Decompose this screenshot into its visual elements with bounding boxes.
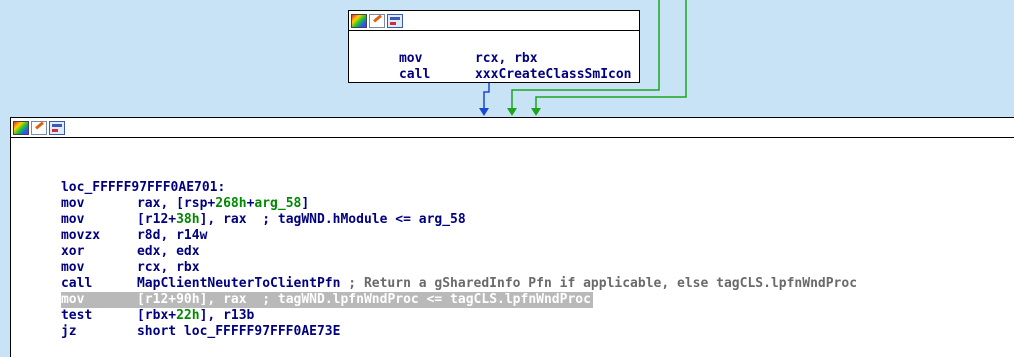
main-graph-node[interactable]: loc_FFFFF97FFF0AE701: mov rax, [rsp+268h+… xyxy=(10,117,1014,357)
edge-green-1-arrow xyxy=(507,108,517,116)
code-line[interactable]: movzx r8d, r14w xyxy=(11,212,1014,243)
code-line-highlighted[interactable]: mov [r12+90h], rax ; tagWND.lpfnWndProc <… xyxy=(11,276,1014,308)
rename-pencil-icon[interactable] xyxy=(369,13,385,28)
edge-blue xyxy=(483,82,490,110)
code-line[interactable]: mov rcx, rbx xyxy=(349,35,639,66)
node-code: loc_FFFFF97FFF0AE701: mov rax, [rsp+268h+… xyxy=(11,138,1014,339)
code-line[interactable]: mov rax, [rsp+268h+arg_58] xyxy=(11,180,1014,211)
graph-view-icon[interactable] xyxy=(387,13,403,28)
node-code: mov rcx, rbx call xxxCreateClassSmIcon xyxy=(349,31,639,82)
mnemonic: call xyxy=(398,67,431,82)
code-line[interactable]: mov rcx, rbx xyxy=(11,244,1014,275)
code-line[interactable]: mov [r12+38h], rax ; tagWND.hModule <= ar… xyxy=(11,196,1014,227)
mnemonic: jz xyxy=(60,324,77,339)
code-line[interactable]: call xxxCreateClassSmIcon xyxy=(349,51,639,82)
operand: short loc_FFFFF97FFF0AE73E xyxy=(136,324,341,339)
color-palette-icon[interactable] xyxy=(13,120,29,135)
edge-green-2-arrow xyxy=(531,108,541,116)
color-palette-icon[interactable] xyxy=(351,13,367,28)
code-line[interactable]: xor edx, edx xyxy=(11,228,1014,259)
code-line[interactable]: jz short loc_FFFFF97FFF0AE73E xyxy=(11,308,1014,339)
edge-blue-arrow xyxy=(479,108,489,116)
graph-view-icon[interactable] xyxy=(49,120,65,135)
node-header-toolbar xyxy=(11,118,1014,138)
rename-pencil-icon[interactable] xyxy=(31,120,47,135)
top-graph-node[interactable]: mov rcx, rbx call xxxCreateClassSmIcon xyxy=(348,10,640,83)
node-header-toolbar xyxy=(349,11,639,31)
code-line[interactable]: test [rbx+22h], r13b xyxy=(11,292,1014,323)
code-label[interactable]: loc_FFFFF97FFF0AE701: xyxy=(11,164,1014,195)
code-line[interactable]: call MapClientNeuterToClientPfn ; Return … xyxy=(11,260,1014,291)
operands: xxxCreateClassSmIcon xyxy=(474,67,632,82)
